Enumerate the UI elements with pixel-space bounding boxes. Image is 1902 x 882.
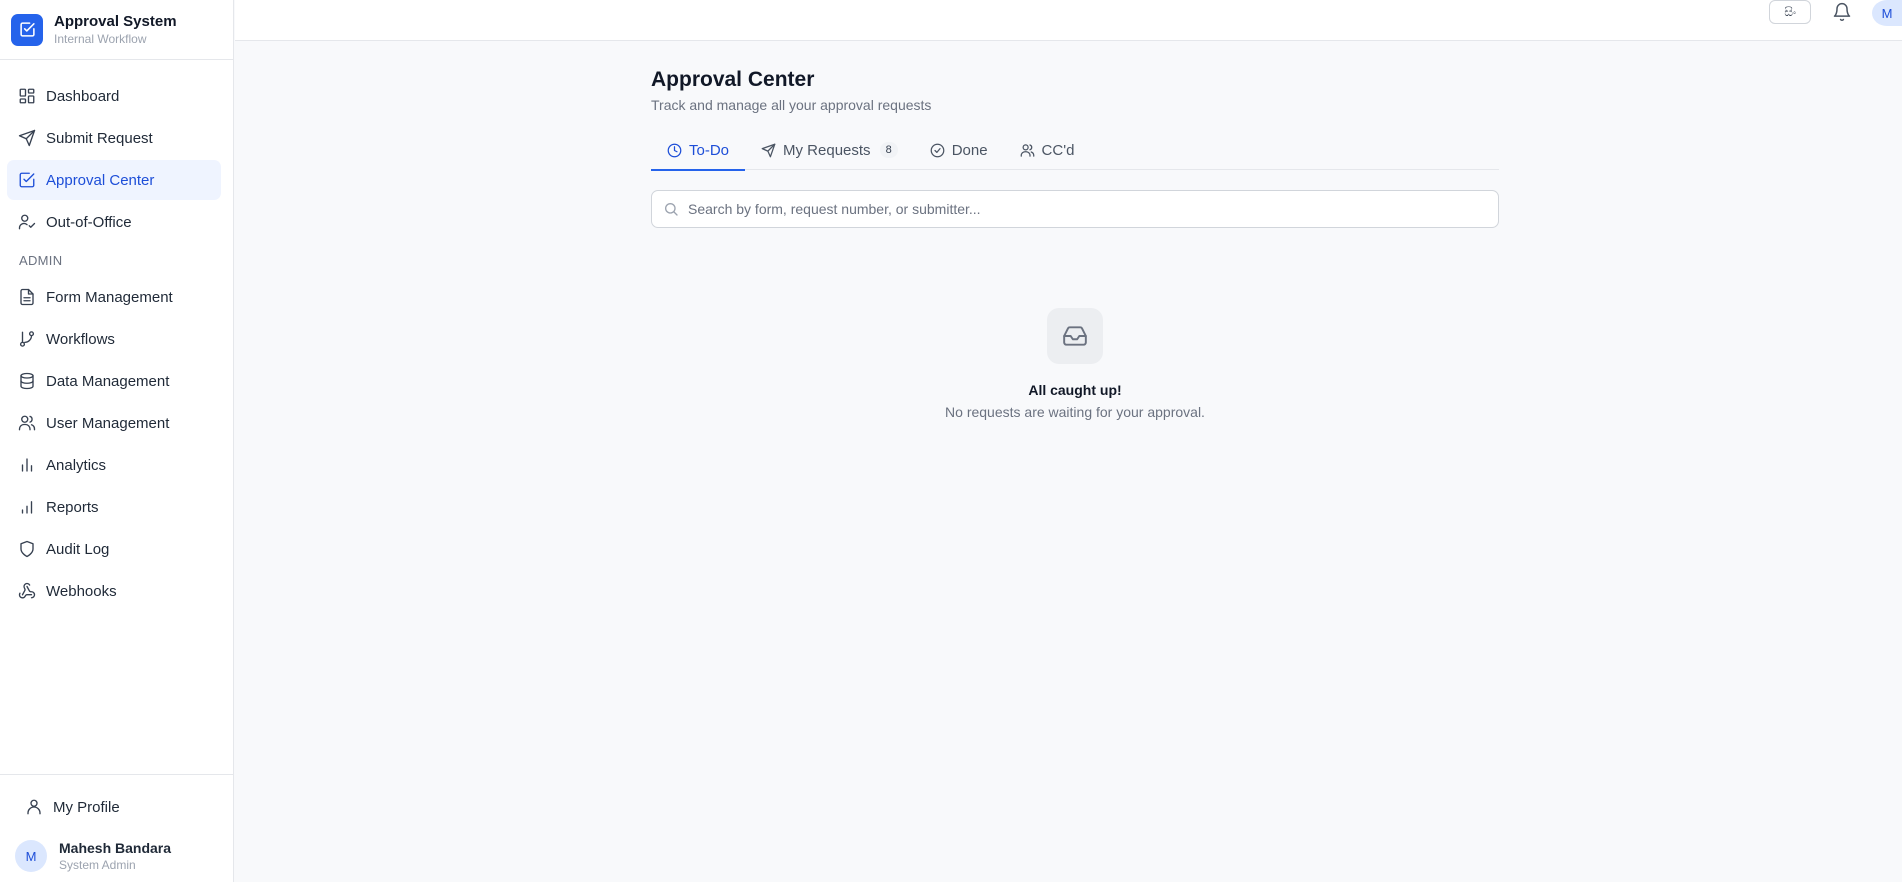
sidebar-item-label: My Profile	[53, 798, 120, 816]
sidebar-item-label: User Management	[46, 414, 170, 432]
check-square-icon	[19, 172, 35, 188]
sidebar-item-label: Form Management	[46, 288, 173, 306]
user-role: System Admin	[59, 858, 136, 872]
bar-chart-icon	[21, 458, 33, 472]
sidebar-item-label: Data Management	[46, 372, 170, 390]
admin-section-label: ADMIN	[19, 253, 63, 268]
tab-my-requests[interactable]: My Requests 8	[745, 130, 914, 170]
sidebar-footer: My Profile M Mahesh Bandara System Admin	[0, 774, 233, 882]
page-title: Approval Center	[651, 68, 815, 91]
sidebar-item-data-management[interactable]: Data Management	[7, 361, 221, 401]
users-icon	[1020, 143, 1034, 157]
user-icon	[27, 799, 41, 815]
sidebar-item-webhooks[interactable]: Webhooks	[7, 571, 221, 611]
empty-state: All caught up! No requests are waiting f…	[651, 308, 1499, 420]
tab-label: CC'd	[1041, 141, 1075, 159]
sidebar-item-audit-log[interactable]: Audit Log	[7, 529, 221, 569]
tab-bar: To-Do My Requests 8 Done CC'd	[651, 130, 1499, 171]
users-icon	[18, 415, 36, 431]
database-icon	[20, 372, 34, 390]
tab-to-do[interactable]: To-Do	[651, 130, 746, 171]
page-subtitle: Track and manage all your approval reque…	[651, 97, 932, 113]
tab-done[interactable]: Done	[914, 130, 1004, 170]
sidebar-item-reports[interactable]: Reports	[7, 487, 221, 527]
sidebar-item-approval-center[interactable]: Approval Center	[7, 160, 221, 200]
search-box[interactable]	[651, 190, 1499, 228]
sidebar-item-label: Workflows	[46, 330, 115, 348]
webhook-icon	[18, 582, 36, 599]
main-content: Approval Center Track and manage all you…	[651, 68, 1499, 420]
tab-cc[interactable]: CC'd	[1004, 130, 1091, 170]
brand-subtitle: Internal Workflow	[54, 31, 147, 46]
sidebar-item-workflows[interactable]: Workflows	[7, 319, 221, 359]
user-check-icon	[18, 214, 36, 230]
send-icon	[761, 143, 776, 157]
logo-check-icon	[11, 13, 43, 46]
count-badge: 8	[879, 142, 898, 158]
sidebar-item-label: Out-of-Office	[46, 213, 132, 231]
avatar: M	[15, 840, 47, 872]
sidebar-item-form-management[interactable]: Form Management	[7, 277, 221, 317]
bell-icon[interactable]	[1832, 2, 1852, 22]
sidebar-item-label: Analytics	[46, 456, 107, 474]
sidebar-item-label: Audit Log	[46, 540, 110, 558]
send-icon	[18, 129, 36, 147]
search-input[interactable]	[688, 201, 1468, 217]
language-switch-button[interactable]: සිං	[1769, 0, 1811, 24]
empty-state-message: No requests are waiting for your approva…	[945, 404, 1205, 420]
sidebar-item-label: Approval Center	[46, 171, 155, 189]
brand[interactable]: Approval System Internal Workflow	[0, 0, 233, 60]
sidebar-item-label: Webhooks	[46, 582, 117, 600]
current-user[interactable]: M Mahesh Bandara System Admin	[15, 839, 171, 873]
sidebar-item-label: Dashboard	[46, 87, 120, 105]
bar-chart-icon	[21, 501, 33, 514]
clock-icon	[667, 143, 682, 157]
sidebar-item-my-profile[interactable]: My Profile	[14, 787, 209, 827]
sidebar-item-label: Reports	[46, 498, 99, 516]
topbar: සිං M	[235, 0, 1902, 41]
search-icon	[665, 203, 678, 216]
brand-title: Approval System	[54, 12, 177, 30]
sidebar-item-out-of-office[interactable]: Out-of-Office	[7, 202, 221, 242]
sidebar-item-user-management[interactable]: User Management	[7, 403, 221, 443]
check-circle-icon	[930, 143, 945, 157]
user-name: Mahesh Bandara	[59, 840, 172, 856]
sidebar-item-dashboard[interactable]: Dashboard	[7, 76, 221, 116]
sidebar: Approval System Internal Workflow Dashbo…	[0, 0, 234, 882]
shield-icon	[20, 540, 34, 558]
empty-state-title: All caught up!	[1028, 382, 1122, 398]
sidebar-item-analytics[interactable]: Analytics	[7, 445, 221, 485]
inbox-icon	[1047, 308, 1103, 364]
tab-label: To-Do	[689, 141, 730, 159]
git-branch-icon	[19, 331, 35, 347]
sidebar-nav: Dashboard Submit Request Approval Center…	[0, 76, 233, 613]
tab-label: Done	[951, 141, 988, 159]
user-avatar-button[interactable]: M	[1872, 0, 1902, 26]
sidebar-item-label: Submit Request	[46, 129, 153, 147]
sidebar-item-submit-request[interactable]: Submit Request	[7, 118, 221, 158]
tab-label: My Requests	[783, 141, 871, 159]
dashboard-grid-icon	[19, 88, 35, 104]
file-text-icon	[20, 288, 34, 306]
